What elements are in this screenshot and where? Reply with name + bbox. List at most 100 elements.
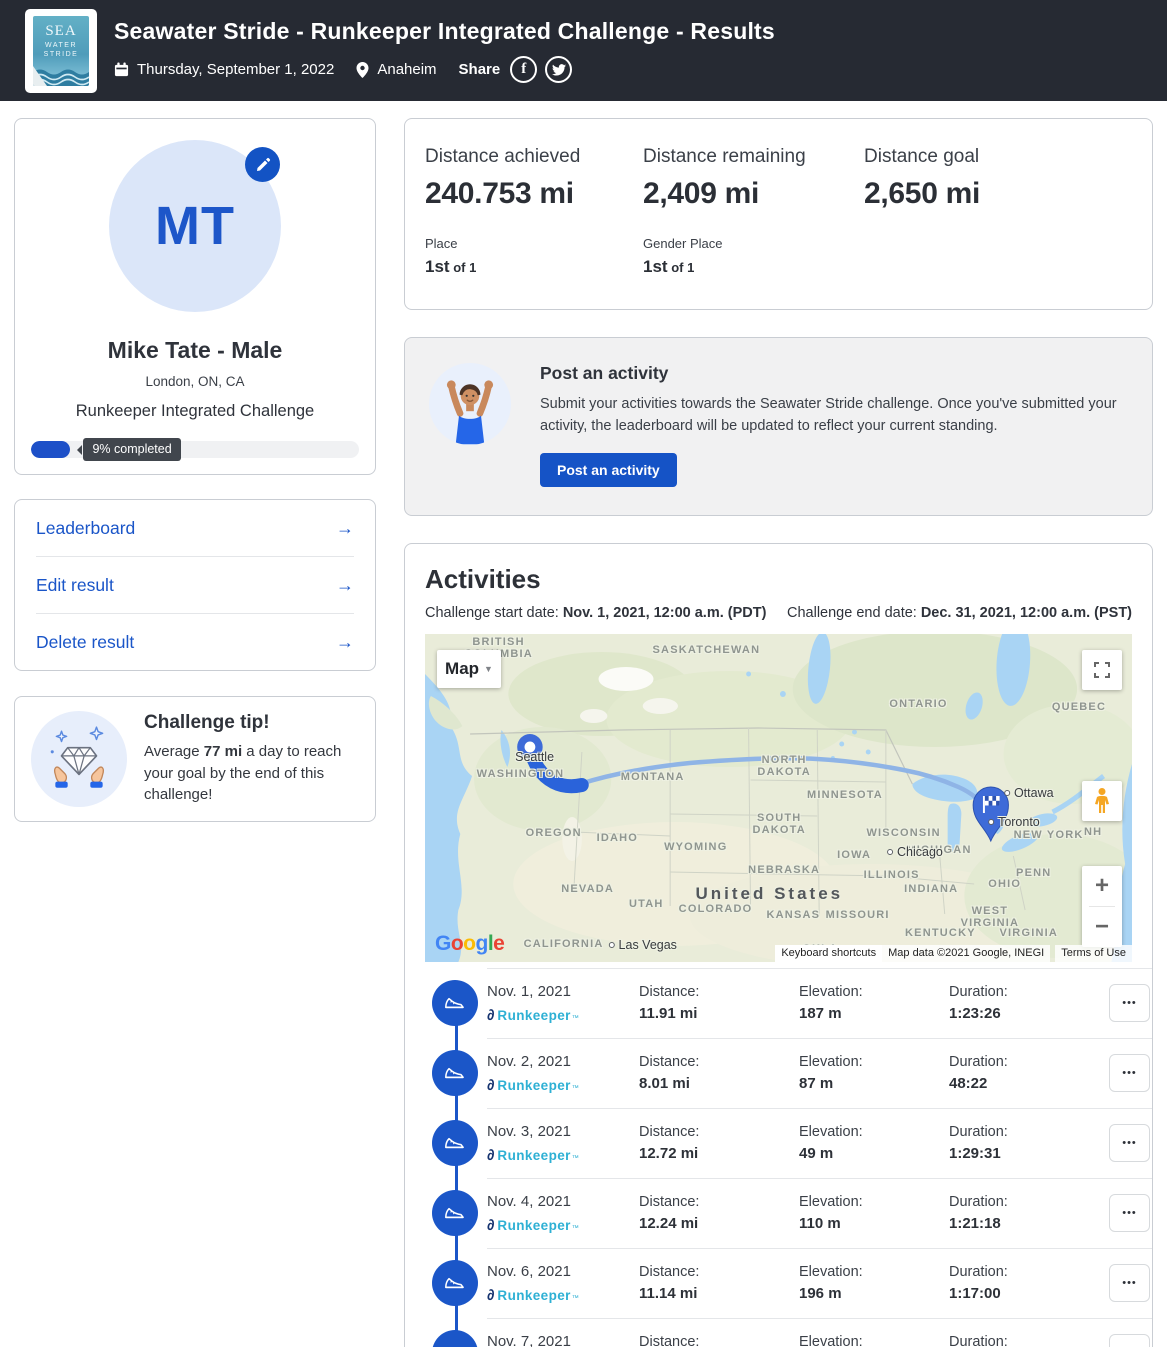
route-map[interactable]: BRITISH COLUMBIASASKATCHEWANONTARIOQUEBE… xyxy=(425,634,1132,962)
map-data-attribution: Map data ©2021 Google, INEGI xyxy=(882,945,1050,962)
asics-mark-icon: ∂ xyxy=(487,1148,494,1163)
runkeeper-logo: ∂Runkeeper™ xyxy=(487,1288,639,1303)
running-shoe-icon xyxy=(442,1271,468,1295)
zoom-in-button[interactable]: + xyxy=(1082,866,1122,906)
logo-waves xyxy=(33,64,89,86)
activity-row: Nov. 7, 2021 ∂Runkeeper™ Distance: 14.03… xyxy=(425,1318,1132,1347)
activity-elevation: Elevation: 87 m xyxy=(799,1054,949,1092)
activity-duration: Duration: 48:22 xyxy=(949,1054,1109,1092)
avatar-initials: MT xyxy=(155,195,235,257)
link-edit-result[interactable]: Edit result→ xyxy=(36,556,354,613)
link-leaderboard[interactable]: Leaderboard→ xyxy=(36,500,354,556)
activity-menu-button[interactable]: ••• xyxy=(1109,1124,1150,1162)
place-stat: Place 1st of 1 xyxy=(425,236,643,277)
activity-shoe-badge xyxy=(432,1050,478,1096)
event-location: Anaheim xyxy=(377,61,436,78)
asics-mark-icon: ∂ xyxy=(487,1078,494,1093)
running-shoe-icon xyxy=(442,1201,468,1225)
event-date: Thursday, September 1, 2022 xyxy=(137,61,334,78)
progress-fill xyxy=(31,441,70,458)
progress-tooltip: 9% completed xyxy=(83,438,180,461)
athlete-location: London, ON, CA xyxy=(31,374,359,389)
edit-profile-button[interactable] xyxy=(245,147,280,182)
challenge-tip-card: Challenge tip! Average 77 mi a day to re… xyxy=(14,696,376,822)
activity-shoe-badge xyxy=(432,1120,478,1166)
arrow-right-icon: → xyxy=(336,632,354,653)
runkeeper-logo: ∂Runkeeper™ xyxy=(487,1008,639,1023)
street-view-pegman[interactable] xyxy=(1082,781,1122,821)
athlete-name: Mike Tate - Male xyxy=(31,337,359,364)
asics-mark-icon: ∂ xyxy=(487,1218,494,1233)
activity-date: Nov. 6, 2021 xyxy=(487,1263,639,1280)
pencil-icon xyxy=(255,157,271,173)
activity-menu-button[interactable]: ••• xyxy=(1109,984,1150,1022)
activity-distance: Distance: 11.14 mi xyxy=(639,1264,799,1302)
cheering-person-icon xyxy=(429,363,511,445)
map-attribution: Keyboard shortcuts Map data ©2021 Google… xyxy=(775,945,1132,962)
activity-row: Nov. 6, 2021 ∂Runkeeper™ Distance: 11.14… xyxy=(425,1248,1132,1318)
activity-distance: Distance: 12.72 mi xyxy=(639,1124,799,1162)
progress-bar: 9% completed xyxy=(31,441,359,458)
running-shoe-icon xyxy=(442,1131,468,1155)
location-pin-icon xyxy=(356,62,369,78)
activity-duration: Duration: 1:21:18 xyxy=(949,1194,1109,1232)
activity-shoe-badge xyxy=(432,980,478,1026)
post-activity-button[interactable]: Post an activity xyxy=(540,453,677,487)
activity-elevation: Elevation: 142 m xyxy=(799,1334,949,1347)
distance-stats-card: Distance achieved 240.753 mi Distance re… xyxy=(404,118,1153,310)
map-type-button[interactable]: Map▼ xyxy=(437,650,501,688)
activity-date: Nov. 4, 2021 xyxy=(487,1193,639,1210)
activity-menu-button[interactable]: ••• xyxy=(1109,1194,1150,1232)
activity-row: Nov. 3, 2021 ∂Runkeeper™ Distance: 12.72… xyxy=(425,1108,1132,1178)
activity-shoe-badge xyxy=(432,1190,478,1236)
activity-date: Nov. 1, 2021 xyxy=(487,983,639,1000)
activity-distance: Distance: 8.01 mi xyxy=(639,1054,799,1092)
activity-menu-button[interactable]: ••• xyxy=(1109,1054,1150,1092)
facebook-share-icon[interactable]: f xyxy=(510,56,537,83)
activities-card: Activities Challenge start date:Nov. 1, … xyxy=(404,543,1153,1347)
activity-date: Nov. 7, 2021 xyxy=(487,1333,639,1347)
runkeeper-logo: ∂Runkeeper™ xyxy=(487,1078,639,1093)
post-activity-card: Post an activity Submit your activities … xyxy=(404,337,1153,516)
calendar-icon xyxy=(114,62,129,77)
arrow-right-icon: → xyxy=(336,575,354,596)
diamond-hands-icon xyxy=(31,711,127,807)
asics-mark-icon: ∂ xyxy=(487,1288,494,1303)
activity-shoe-badge xyxy=(432,1260,478,1306)
tip-text: Average 77 mi a day to reach your goal b… xyxy=(144,741,359,806)
twitter-share-icon[interactable] xyxy=(545,56,572,83)
activity-duration: Duration: 1:25:56 xyxy=(949,1334,1109,1347)
activity-elevation: Elevation: 196 m xyxy=(799,1264,949,1302)
tip-title: Challenge tip! xyxy=(144,712,359,734)
gender-place-stat: Gender Place 1st of 1 xyxy=(643,236,723,277)
seawater-stride-logo: SEA WATER STRIDE xyxy=(33,16,89,86)
keyboard-shortcuts[interactable]: Keyboard shortcuts xyxy=(775,945,882,962)
zoom-out-button[interactable]: − xyxy=(1082,907,1122,947)
result-links-card: Leaderboard→Edit result→Delete result→ xyxy=(14,499,376,671)
arrow-right-icon: → xyxy=(336,518,354,539)
logo-text: SEA xyxy=(33,23,89,40)
activity-elevation: Elevation: 110 m xyxy=(799,1194,949,1232)
activity-list: Nov. 1, 2021 ∂Runkeeper™ Distance: 11.91… xyxy=(425,968,1132,1347)
activity-distance: Distance: 11.91 mi xyxy=(639,984,799,1022)
link-delete-result[interactable]: Delete result→ xyxy=(36,613,354,670)
challenge-name: Runkeeper Integrated Challenge xyxy=(31,402,359,421)
activity-menu-button[interactable]: ••• xyxy=(1109,1264,1150,1302)
zoom-control: + − xyxy=(1082,866,1122,947)
running-shoe-icon xyxy=(442,1341,468,1347)
activity-duration: Duration: 1:17:00 xyxy=(949,1264,1109,1302)
page-title: Seawater Stride - Runkeeper Integrated C… xyxy=(114,18,775,45)
fullscreen-button[interactable] xyxy=(1082,650,1122,690)
profile-card: MT Mike Tate - Male London, ON, CA Runke… xyxy=(14,118,376,475)
activity-elevation: Elevation: 49 m xyxy=(799,1124,949,1162)
runkeeper-logo: ∂Runkeeper™ xyxy=(487,1148,639,1163)
activity-menu-button[interactable]: ••• xyxy=(1109,1334,1150,1347)
challenge-end-date: Challenge end date:Dec. 31, 2021, 12:00 … xyxy=(787,605,1132,621)
activity-elevation: Elevation: 187 m xyxy=(799,984,949,1022)
terms-of-use-link[interactable]: Terms of Use xyxy=(1055,945,1132,962)
stat-distance-achieved: Distance achieved 240.753 mi xyxy=(425,146,643,211)
google-logo: Google xyxy=(435,932,504,956)
stat-distance-goal: Distance goal 2,650 mi xyxy=(864,146,980,211)
activity-date: Nov. 3, 2021 xyxy=(487,1123,639,1140)
activity-row: Nov. 2, 2021 ∂Runkeeper™ Distance: 8.01 … xyxy=(425,1038,1132,1108)
